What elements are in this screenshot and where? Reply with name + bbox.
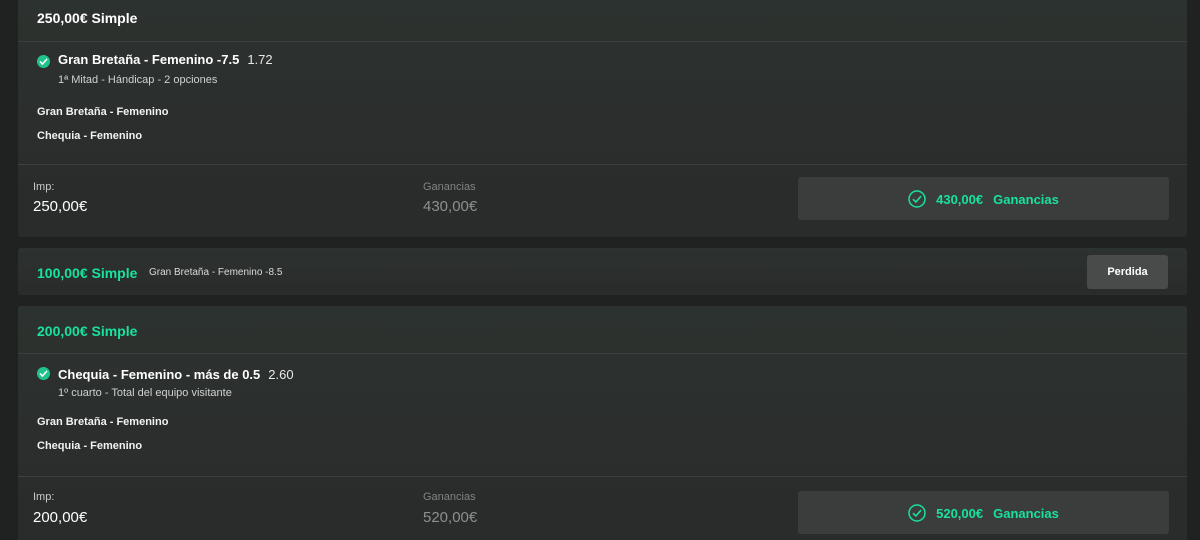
team-away: Chequia - Femenino [37, 440, 143, 452]
winnings-value: 520,00€ [423, 509, 478, 526]
bet-card-header: 200,00€ Simple [18, 306, 1187, 354]
selection-odds: 2.60 [268, 367, 294, 382]
bet-card-collapsed[interactable]: 100,00€ Simple Gran Bretaña - Femenino -… [18, 248, 1187, 295]
bet-card: 200,00€ Simple Chequia - Femenino - más … [18, 306, 1187, 540]
result-content: 430,00€ Ganancias [798, 190, 1169, 208]
bet-footer: Imp: 200,00€ Ganancias 520,00€ 520,00€ G… [18, 476, 1187, 540]
bet-title: 200,00€ Simple [37, 323, 138, 339]
result-amount: 520,00€ [936, 505, 984, 521]
result-word: Ganancias [993, 191, 1059, 207]
team-away: Chequia - Femenino [37, 130, 143, 142]
selection-name: Chequia - Femenino - más de 0.5 2.60 [58, 367, 294, 382]
winnings-label: Ganancias [423, 491, 476, 503]
result-word: Ganancias [993, 505, 1059, 521]
result-box[interactable]: 430,00€ Ganancias [798, 177, 1169, 220]
selection-name: Gran Bretaña - Femenino -7.5 1.72 [58, 52, 273, 67]
stake-label: Imp: [33, 491, 55, 503]
winnings-value: 430,00€ [423, 198, 478, 215]
bet-title: 100,00€ Simple [37, 265, 138, 281]
check-circle-outline-icon [908, 504, 926, 522]
stake-value: 200,00€ [33, 509, 88, 526]
team-home: Gran Bretaña - Femenino [37, 106, 169, 118]
result-amount: 430,00€ [936, 191, 984, 207]
selection-market: 1º cuarto - Total del equipo visitante [58, 387, 232, 399]
check-circle-icon [37, 55, 50, 68]
result-content: 520,00€ Ganancias [798, 504, 1169, 522]
bet-footer: Imp: 250,00€ Ganancias 430,00€ 430,00€ G… [18, 164, 1187, 237]
check-circle-icon [37, 367, 50, 380]
lost-status-button[interactable]: Perdida [1087, 255, 1168, 289]
selection-label: Chequia - Femenino - más de 0.5 [58, 367, 261, 382]
check-circle-outline-icon [908, 190, 926, 208]
result-box[interactable]: 520,00€ Ganancias [798, 491, 1169, 534]
bet-history: 250,00€ Simple Gran Bretaña - Femenino -… [0, 0, 1200, 540]
stake-label: Imp: [33, 181, 55, 193]
bet-title: 250,00€ Simple [37, 10, 138, 26]
stake-value: 250,00€ [33, 198, 88, 215]
selection-odds: 1.72 [247, 52, 273, 67]
selection-market: 1ª Mitad - Hándicap - 2 opciones [58, 74, 218, 86]
team-home: Gran Bretaña - Femenino [37, 416, 169, 428]
bet-card: 250,00€ Simple Gran Bretaña - Femenino -… [18, 0, 1187, 237]
bet-card-header: 250,00€ Simple [18, 0, 1187, 42]
selection-name: Gran Bretaña - Femenino -8.5 [149, 267, 283, 278]
selection-label: Gran Bretaña - Femenino -7.5 [58, 52, 240, 67]
winnings-label: Ganancias [423, 181, 476, 193]
